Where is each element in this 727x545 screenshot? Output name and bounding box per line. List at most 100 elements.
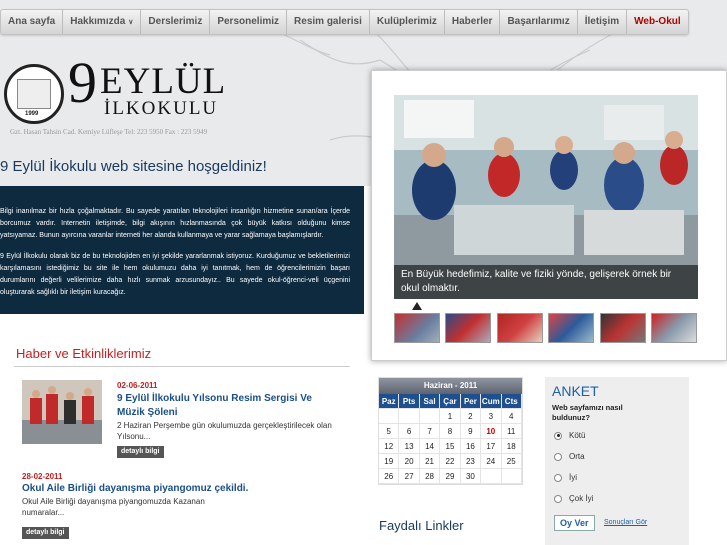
news-detail-button[interactable]: detaylı bilgi — [22, 527, 69, 539]
poll-question: Web sayfamızı nasıl buldunuz? — [552, 403, 623, 422]
poll-option[interactable]: Kötü — [554, 431, 585, 440]
slideshow-caption: En Büyük hedefimiz, kalite ve fiziki yön… — [394, 265, 698, 299]
calendar-day[interactable]: 27 — [399, 469, 420, 484]
nav-item-2[interactable]: Derslerimiz — [141, 10, 211, 34]
results-link[interactable]: Sonuçları Gör — [604, 519, 647, 526]
calendar-grid: 1 2 3 4 5 6 7 8 9 10 11 12 13 14 15 16 17 18 19 20 21 22 23 24 2… — [379, 409, 522, 484]
nav-item-5[interactable]: Kulüplerimiz — [370, 10, 445, 34]
calendar-week: 19 20 21 22 23 24 25 — [379, 454, 522, 469]
calendar-day-name: Sal — [419, 394, 441, 409]
nav-item-0[interactable]: Ana sayfa — [1, 10, 64, 34]
slideshow-panel: En Büyük hedefimiz, kalite ve fiziki yön… — [371, 70, 727, 361]
news-link[interactable]: 9 Eylül İlkokulu Yılsonu Resim Sergisi V… — [117, 392, 342, 420]
poll-option-label: İyi — [569, 473, 577, 482]
calendar-day[interactable]: 18 — [501, 439, 522, 454]
logo-subtitle: İLKOKULU — [104, 98, 219, 119]
calendar-day[interactable]: 1 — [440, 409, 461, 424]
vote-button[interactable]: Oy Ver — [554, 515, 595, 531]
calendar-day[interactable]: 9 — [460, 424, 482, 439]
thumbnail-strip — [394, 313, 698, 343]
calendar-day[interactable]: 8 — [440, 424, 461, 439]
poll-title: ANKET — [552, 383, 599, 399]
calendar-day — [501, 469, 522, 484]
news-divider — [14, 366, 350, 367]
radio-button[interactable] — [554, 494, 562, 503]
seal-emblem — [17, 79, 51, 109]
calendar-day — [379, 409, 400, 424]
logo-name: EYLÜL — [100, 61, 227, 102]
news-thumbnail[interactable] — [22, 380, 102, 444]
calendar-day[interactable]: 23 — [460, 454, 482, 469]
nav-item-9[interactable]: Web-Okul — [627, 10, 687, 34]
slide-thumbnail[interactable] — [651, 313, 697, 343]
poll-option-label: Kötü — [569, 431, 586, 440]
calendar-day[interactable]: 16 — [460, 439, 482, 454]
calendar-week: 26 27 28 29 30 — [379, 469, 522, 484]
radio-button[interactable] — [554, 473, 562, 482]
calendar-day[interactable]: 21 — [419, 454, 441, 469]
school-seal: 1999 — [4, 64, 64, 124]
welcome-title: 9 Eylül İkokulu web sitesine hoşgeldiniz… — [0, 158, 267, 175]
poll-option[interactable]: Çok İyi — [554, 494, 593, 503]
slide-thumbnail[interactable] — [445, 313, 491, 343]
slide-thumbnail[interactable] — [394, 313, 440, 343]
slide-thumbnail[interactable] — [600, 313, 646, 343]
news-link[interactable]: Okul Aile Birliği dayanışma piyangomuz ç… — [22, 482, 342, 496]
nav-item-1[interactable]: Hakkımızda ∨ — [63, 10, 142, 34]
logo-number: 9 — [68, 50, 97, 115]
calendar-day[interactable]: 2 — [460, 409, 482, 424]
news-detail-button[interactable]: detaylı bilgi — [117, 446, 164, 458]
poll-option[interactable]: Orta — [554, 452, 585, 461]
calendar-week: 5 6 7 8 9 10 11 — [379, 424, 522, 439]
calendar-day-name: Çar — [440, 394, 461, 409]
calendar-day-name: Paz — [379, 394, 400, 409]
calendar-day[interactable]: 11 — [501, 424, 522, 439]
nav-item-8[interactable]: İletişim — [578, 10, 628, 34]
news-summary: 2 Haziran Perşembe gün okulumuzda gerçek… — [117, 421, 332, 441]
poll-option-label: Çok İyi — [569, 494, 594, 503]
school-address: Gzt. Hasan Tahsin Cad. Kemiye Lüfleşe Te… — [10, 128, 208, 136]
poll-option[interactable]: İyi — [554, 473, 577, 482]
news-date: 28-02-2011 — [22, 472, 63, 481]
calendar-day — [481, 469, 502, 484]
calendar-day[interactable]: 30 — [460, 469, 482, 484]
calendar-day[interactable]: 26 — [379, 469, 400, 484]
calendar-day[interactable]: 3 — [481, 409, 502, 424]
calendar-day-name: Pts — [399, 394, 420, 409]
calendar-day[interactable]: 28 — [419, 469, 441, 484]
slideshow-photo[interactable]: En Büyük hedefimiz, kalite ve fiziki yön… — [394, 95, 698, 299]
calendar-day[interactable]: 25 — [501, 454, 522, 469]
calendar-day[interactable]: 10 — [481, 424, 502, 439]
calendar-day-name: Cts — [501, 394, 522, 409]
calendar-day[interactable]: 24 — [481, 454, 502, 469]
active-thumb-indicator — [412, 302, 422, 310]
calendar-day[interactable]: 14 — [419, 439, 441, 454]
slide-thumbnail[interactable] — [497, 313, 543, 343]
slide-thumbnail[interactable] — [548, 313, 594, 343]
calendar-day[interactable]: 17 — [481, 439, 502, 454]
calendar-day — [399, 409, 420, 424]
calendar: Haziran - 2011 Paz Pts Sal Çar Per Cum Cts 123… — [378, 377, 523, 485]
nav-item-4[interactable]: Resim galerisi — [287, 10, 370, 34]
calendar-day[interactable]: 7 — [419, 424, 441, 439]
calendar-day[interactable]: 6 — [399, 424, 420, 439]
radio-button[interactable] — [554, 452, 562, 461]
calendar-day-name: Cum — [481, 394, 502, 409]
calendar-day[interactable]: 4 — [501, 409, 522, 424]
calendar-day[interactable]: 20 — [399, 454, 420, 469]
intro-paragraph: Bilgi inanılmaz bir hızla çoğalmaktadır.… — [0, 208, 350, 239]
poll-box: ANKET Web sayfamızı nasıl buldunuz? Kötü… — [545, 377, 689, 545]
calendar-day[interactable]: 13 — [399, 439, 420, 454]
calendar-week: 12 13 14 15 16 17 18 — [379, 439, 522, 454]
calendar-day[interactable]: 19 — [379, 454, 400, 469]
calendar-day[interactable]: 22 — [440, 454, 461, 469]
radio-button[interactable] — [554, 431, 562, 440]
intro-box: Bilgi inanılmaz bir hızla çoğalmaktadır.… — [0, 186, 364, 314]
nav-item-6[interactable]: Haberler — [445, 10, 501, 34]
calendar-day[interactable]: 5 — [379, 424, 400, 439]
calendar-day[interactable]: 12 — [379, 439, 400, 454]
calendar-day[interactable]: 29 — [440, 469, 461, 484]
nav-item-3[interactable]: Personelimiz — [210, 10, 288, 34]
nav-item-7[interactable]: Başarılarımız — [500, 10, 578, 34]
calendar-day[interactable]: 15 — [440, 439, 461, 454]
